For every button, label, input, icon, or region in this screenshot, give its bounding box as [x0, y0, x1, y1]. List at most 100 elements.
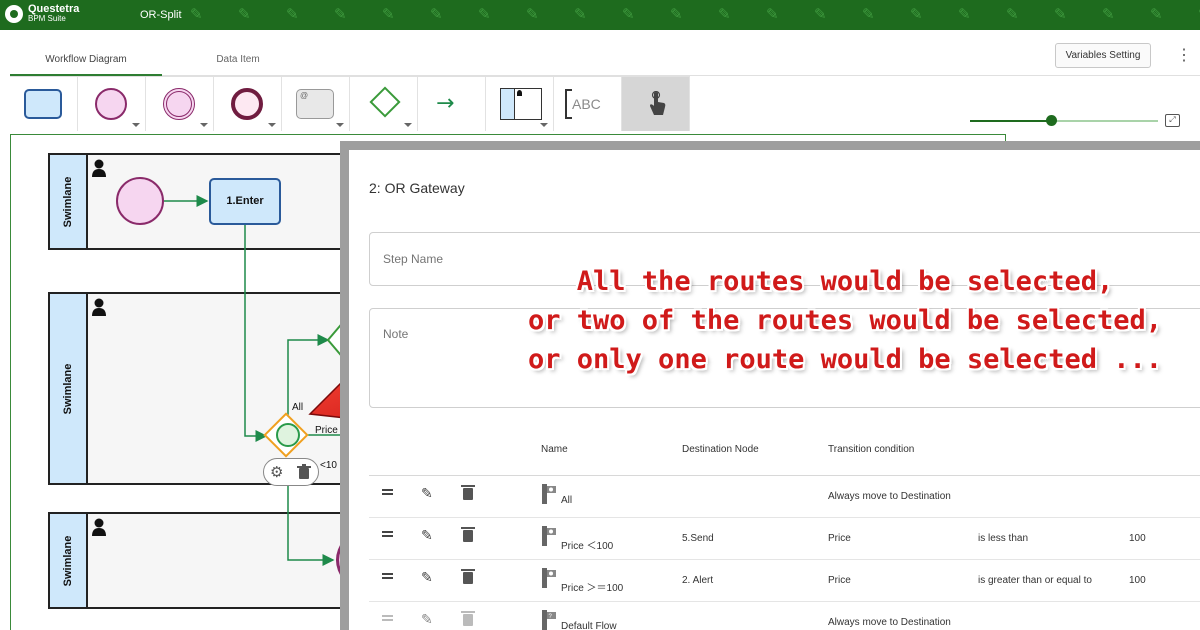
flow-label-lt100: <10: [320, 460, 337, 471]
swimlane-header[interactable]: Swimlane: [50, 294, 88, 483]
flow-flag-icon: [542, 484, 556, 504]
element-palette: @ → ABC: [10, 76, 690, 131]
swimlane-3[interactable]: Swimlane: [48, 512, 348, 609]
flow-arrow-tool[interactable]: →: [418, 77, 486, 131]
variables-setting-button[interactable]: Variables Setting: [1055, 43, 1151, 68]
text-annotation-icon: ABC: [565, 89, 609, 119]
table-row[interactable]: ✎ All Always move to Destination: [369, 476, 1200, 518]
swimlane-header[interactable]: Swimlane: [50, 155, 88, 248]
trash-icon[interactable]: [296, 464, 312, 480]
swimlane-tool[interactable]: [486, 77, 554, 131]
leaf-pattern-icon: ✎: [814, 5, 827, 23]
row-name: Price ＞＝100: [561, 583, 624, 594]
leaf-pattern-icon: ✎: [910, 5, 923, 23]
arrow-icon: →: [436, 91, 455, 116]
row-value: 100: [1129, 575, 1146, 586]
drag-handle-icon[interactable]: [382, 531, 393, 537]
editor-tabs: Workflow Diagram Data Item: [10, 44, 1200, 76]
leaf-pattern-icon: ✎: [334, 5, 347, 23]
drag-handle-icon[interactable]: [382, 573, 393, 579]
fit-to-screen-icon[interactable]: ⤢: [1165, 114, 1180, 127]
logo-name: Questetra: [28, 3, 80, 15]
pan-tool[interactable]: [622, 77, 690, 131]
row-value: 100: [1129, 533, 1146, 544]
flow-flag-icon: [542, 568, 556, 588]
tab-workflow-diagram[interactable]: Workflow Diagram: [10, 44, 162, 76]
table-row[interactable]: ✎ Price ＞＝100 2. Alert Price is greater …: [369, 560, 1200, 602]
tab-data-item[interactable]: Data Item: [162, 44, 314, 76]
row-condition: Price: [828, 533, 851, 544]
delete-icon[interactable]: [461, 527, 475, 542]
row-condition: Always move to Destination: [828, 491, 951, 502]
leaf-pattern-icon: ✎: [862, 5, 875, 23]
leaf-pattern-icon: ✎: [1054, 5, 1067, 23]
col-destination: Destination Node: [682, 444, 759, 455]
row-condition: Price: [828, 575, 851, 586]
end-event-tool[interactable]: [214, 77, 282, 131]
edit-icon[interactable]: ✎: [421, 612, 433, 628]
table-row[interactable]: ✎ Price ＜100 5.Send Price is less than 1…: [369, 518, 1200, 560]
zoom-thumb[interactable]: [1045, 115, 1057, 126]
app-title: OR-Split: [140, 9, 182, 21]
note-placeholder: Note: [383, 327, 409, 341]
logo-sub: BPM Suite: [28, 14, 66, 23]
drag-handle-icon[interactable]: [382, 489, 393, 495]
delete-icon: [461, 611, 475, 626]
subprocess-tool[interactable]: @: [282, 77, 350, 131]
edit-icon[interactable]: ✎: [421, 486, 433, 502]
row-name: Price ＜100: [561, 541, 614, 552]
leaf-pattern-icon: ✎: [238, 5, 251, 23]
row-operator: is greater than or equal to: [978, 575, 1092, 586]
more-menu-icon[interactable]: ⋮: [1176, 45, 1192, 65]
dropdown-corner-icon: [268, 123, 276, 127]
row-destination: 5.Send: [682, 533, 714, 544]
leaf-pattern-icon: ✎: [478, 5, 491, 23]
start-event-tool[interactable]: [78, 77, 146, 131]
gateway-icon: [369, 86, 401, 118]
gear-icon[interactable]: ⚙: [270, 464, 286, 480]
dropdown-corner-icon: [132, 123, 140, 127]
questetra-logo[interactable]: Questetra BPM Suite: [5, 4, 79, 24]
node-toolbar: ⚙: [263, 458, 319, 486]
delete-icon[interactable]: [461, 569, 475, 584]
row-operator: is less than: [978, 533, 1029, 544]
or-gateway-marker: [276, 423, 300, 447]
leaf-pattern-icon: ✎: [622, 5, 635, 23]
zoom-slider[interactable]: [970, 115, 1158, 126]
edit-icon[interactable]: ✎: [421, 570, 433, 586]
hand-pointer-icon: [650, 91, 666, 115]
row-name: All: [561, 495, 573, 506]
gateway-tool[interactable]: [350, 77, 418, 131]
top-bar: Questetra BPM Suite OR-Split ✎ ✎ ✎ ✎ ✎ ✎ ✎ ✎ ✎ ✎ ✎…: [0, 0, 1200, 30]
swimlane-icon: [500, 88, 542, 120]
task-enter[interactable]: 1.Enter: [209, 178, 281, 225]
task-shape-icon: [24, 89, 62, 119]
row-destination: 2. Alert: [682, 575, 714, 586]
leaf-pattern-icon: ✎: [1006, 5, 1019, 23]
row-condition: Always move to Destination: [828, 617, 951, 628]
logo-mark-icon: [5, 5, 23, 23]
step-name-placeholder: Step Name: [383, 252, 444, 266]
dropdown-corner-icon: [200, 123, 208, 127]
swimlane-header[interactable]: Swimlane: [50, 514, 88, 607]
col-name: Name: [541, 444, 568, 455]
leaf-pattern-icon: ✎: [190, 5, 203, 23]
subprocess-icon: @: [296, 89, 334, 119]
swimlane-label: Swimlane: [62, 363, 74, 414]
text-annotation-tool[interactable]: ABC: [554, 77, 622, 131]
human-task-tool[interactable]: [10, 77, 78, 131]
intermediate-event-tool[interactable]: [146, 77, 214, 131]
swimlane-1[interactable]: Swimlane: [48, 153, 348, 250]
leaf-pattern-icon: ✎: [718, 5, 731, 23]
annotation-line-3: or only one route would be selected ...: [528, 344, 1162, 375]
person-icon: [92, 518, 106, 536]
drag-handle-icon: [382, 615, 393, 621]
edit-icon[interactable]: ✎: [421, 528, 433, 544]
delete-icon[interactable]: [461, 485, 475, 500]
subprocess-marker: @: [300, 91, 309, 100]
zoom-fill: [970, 120, 1051, 122]
table-row[interactable]: ✎ ? Default Flow Always move to Destinat…: [369, 602, 1200, 630]
person-icon: [92, 159, 106, 177]
start-event[interactable]: [116, 177, 164, 225]
leaf-pattern-icon: ✎: [1102, 5, 1115, 23]
